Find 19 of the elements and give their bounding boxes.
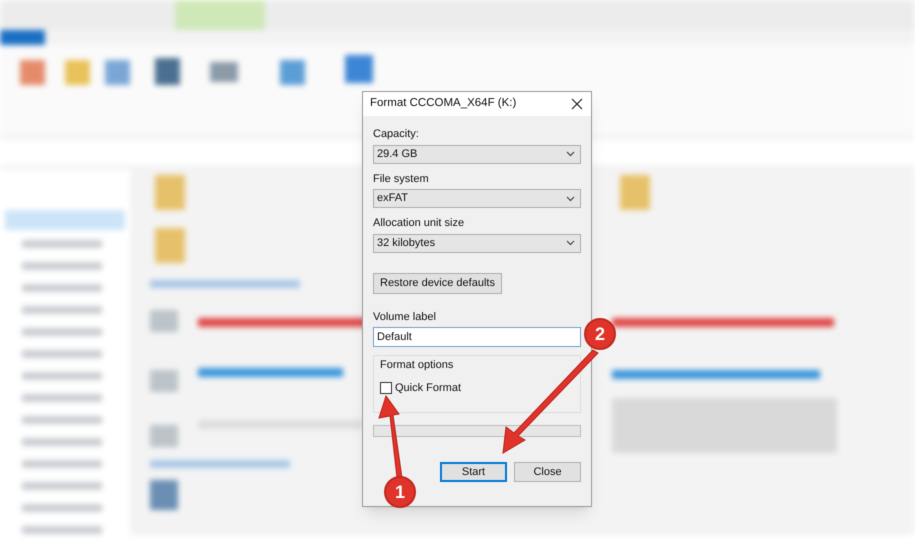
chevron-down-icon	[566, 196, 575, 202]
field-label: Capacity:	[373, 127, 420, 142]
dropdown[interactable]: exFAT	[373, 189, 581, 208]
dialog-button[interactable]: Close	[514, 462, 581, 482]
close-icon[interactable]	[571, 98, 583, 110]
chevron-down-icon	[566, 240, 575, 246]
group-title: Format options	[380, 358, 454, 373]
dropdown[interactable]: 32 kilobytes	[373, 234, 581, 252]
field-label: File system	[373, 172, 430, 186]
volume-label-field[interactable]: Default	[373, 327, 581, 347]
window-title: Format CCCOMA_X64F (K:)	[370, 96, 516, 112]
field-label: Volume label	[373, 310, 437, 324]
dropdown[interactable]: 29.4 GB	[373, 144, 581, 164]
field-label: Allocation unit size	[373, 216, 466, 231]
checkbox-label: Quick Format	[395, 380, 462, 396]
restore-defaults-button[interactable]: Restore device defaults	[373, 272, 502, 294]
chevron-down-icon	[566, 151, 575, 157]
dialog-button[interactable]: Start	[440, 462, 507, 482]
checkbox[interactable]	[380, 382, 392, 394]
